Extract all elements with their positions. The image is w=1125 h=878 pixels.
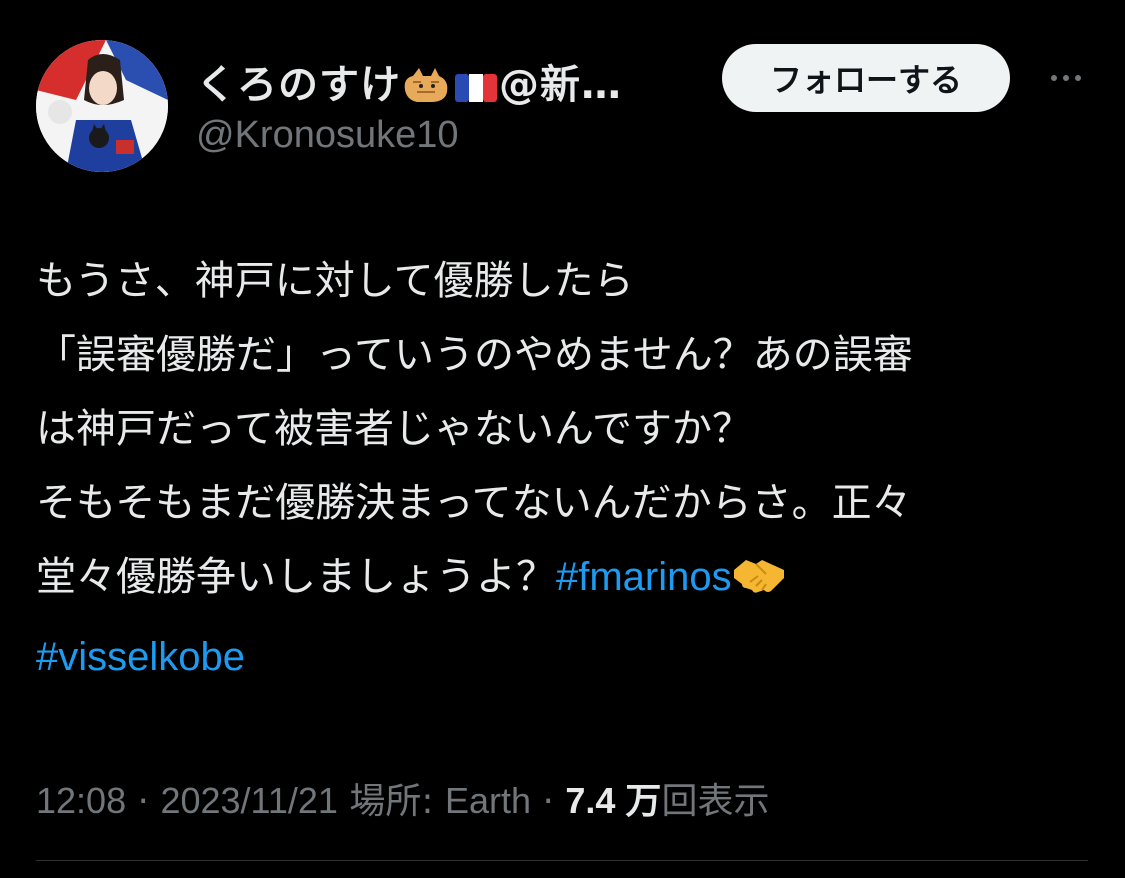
display-name-suffix: @新… (499, 62, 622, 108)
user-handle[interactable]: @Kronosuke10 (196, 114, 459, 157)
france-flag-emoji (453, 68, 499, 114)
more-dot (1051, 75, 1057, 81)
tweet-meta: 12:08 · 2023/11/21 場所: Earth · 7.4 万回表示 (36, 772, 769, 824)
hashtag-link[interactable]: #visselkobe (36, 635, 245, 679)
meta-separator: · (126, 781, 161, 822)
tweet-time[interactable]: 12:08 (36, 780, 126, 821)
hashtag-link[interactable]: #fmarinos (556, 555, 732, 599)
divider (36, 860, 1088, 861)
views-label: 回表示 (661, 781, 770, 822)
handshake-emoji (732, 546, 786, 620)
display-name-text: くろのすけ (196, 62, 401, 108)
more-dot (1075, 75, 1081, 81)
follow-button[interactable]: フォローする (722, 44, 1010, 112)
tweet-line: 「誤審優勝だ」っていうのやめません？あの誤審 (36, 332, 913, 378)
location-label: 場所: (349, 781, 445, 822)
avatar[interactable] (36, 40, 168, 172)
meta-separator: · (531, 781, 566, 822)
cat-emoji (401, 60, 453, 114)
tweet-line: 堂々優勝争いしましょうよ？ (36, 554, 556, 600)
tweet-line: は神戸だって被害者じゃないんですか？ (36, 406, 752, 452)
location-value: Earth (444, 780, 532, 821)
tweet-header: くろのすけ @新… @Kronosuke10 フォローする (36, 40, 1096, 180)
tweet-line: もうさ、神戸に対して優勝したら (36, 258, 634, 304)
tweet-line: そもそもまだ優勝決まってないんだからさ。正々 (36, 480, 912, 526)
tweet-date[interactable]: 2023/11/21 (160, 780, 338, 821)
views-count: 7.4 万 (565, 780, 662, 821)
display-name[interactable]: くろのすけ @新… (196, 52, 622, 114)
tweet-text: もうさ、神戸に対して優勝したら 「誤審優勝だ」っていうのやめません？あの誤審 は… (36, 244, 1096, 694)
more-options-icon[interactable] (1036, 58, 1096, 98)
more-dot (1063, 75, 1069, 81)
